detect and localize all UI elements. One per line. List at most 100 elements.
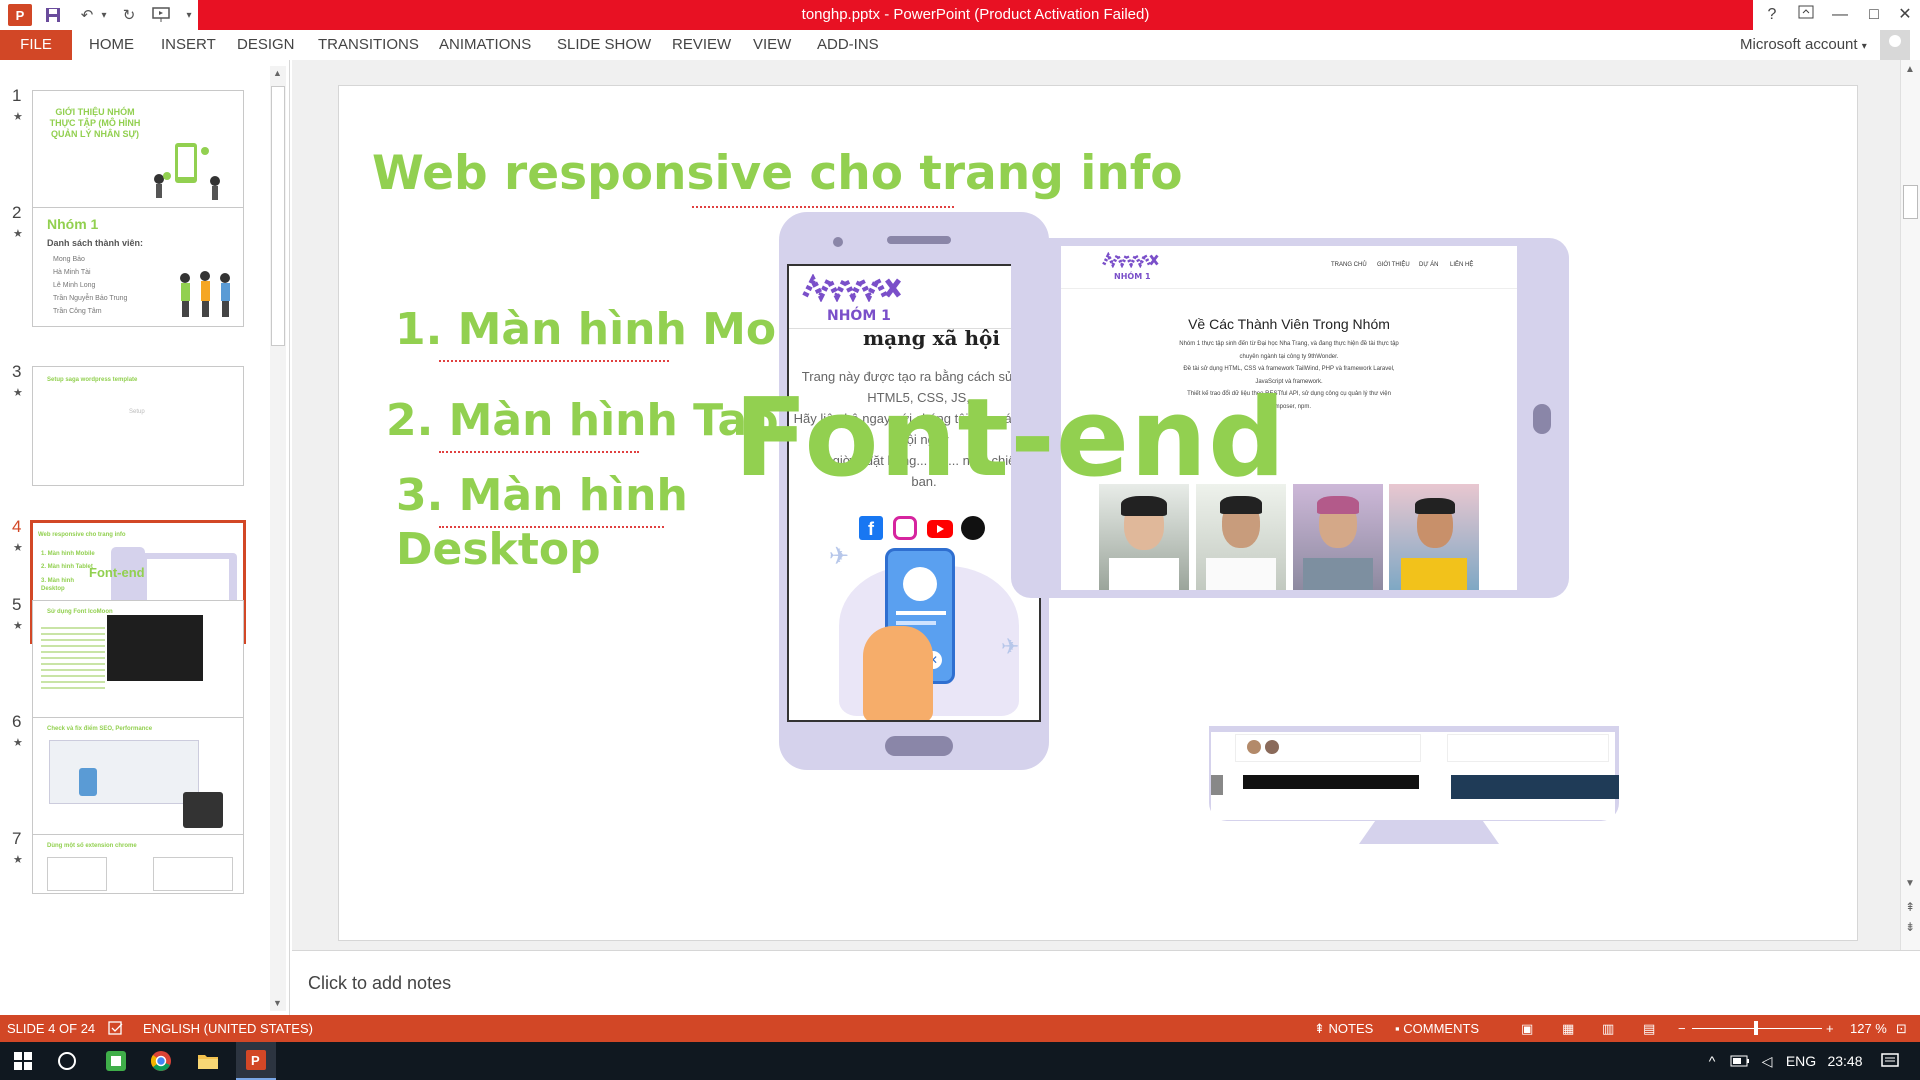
tab-design[interactable]: DESIGN bbox=[237, 30, 295, 60]
slide-thumbnail-1[interactable]: GIỚI THIỆU NHÓM THỰC TẬP (MÔ HÌNH QUẢN L… bbox=[32, 90, 244, 210]
save-icon[interactable] bbox=[42, 4, 64, 26]
file-explorer-icon[interactable] bbox=[190, 1042, 226, 1080]
tablet-nav-item[interactable]: LIÊN HỆ bbox=[1450, 262, 1473, 268]
scroll-up-icon[interactable]: ▲ bbox=[273, 68, 282, 78]
thumb-number: 3 bbox=[12, 362, 22, 381]
thumb-number: 6 bbox=[12, 712, 22, 731]
clock[interactable]: 23:48 bbox=[1820, 1042, 1870, 1080]
github-icon[interactable] bbox=[961, 516, 985, 540]
tablet-nav-item[interactable]: TRANG CHỦ bbox=[1331, 262, 1367, 268]
undo-icon[interactable]: ↶ bbox=[76, 4, 98, 26]
phone-speaker bbox=[887, 236, 951, 244]
powerpoint-taskbar-icon[interactable]: P bbox=[236, 1042, 276, 1080]
notes-toggle[interactable]: ⇞ NOTES bbox=[1314, 1015, 1373, 1042]
slide-thumbnail-5[interactable]: Sử dụng Font IcoMoon bbox=[32, 600, 244, 720]
minimize-button[interactable]: — bbox=[1823, 0, 1857, 30]
slide-sorter-icon[interactable]: ▦ bbox=[1562, 1015, 1574, 1042]
animation-star-icon: ★ bbox=[13, 620, 23, 632]
slide-scroll-thumb[interactable] bbox=[1903, 185, 1918, 219]
scroll-down-icon[interactable]: ▼ bbox=[1905, 878, 1915, 889]
tab-slide-show[interactable]: SLIDE SHOW bbox=[557, 30, 651, 60]
zoom-slider-handle[interactable] bbox=[1754, 1021, 1758, 1035]
desktop-avatar bbox=[1265, 740, 1279, 754]
volume-icon[interactable]: ◁ bbox=[1756, 1042, 1778, 1080]
slide-title[interactable]: Web responsive cho trang info bbox=[372, 146, 1183, 201]
slide-canvas[interactable]: Web responsive cho trang info 1. Màn hìn… bbox=[338, 85, 1858, 941]
youtube-icon[interactable] bbox=[927, 520, 953, 538]
svg-text:P: P bbox=[251, 1053, 260, 1068]
next-slide-icon[interactable]: ⇟ bbox=[1905, 920, 1915, 934]
previous-slide-icon[interactable]: ⇞ bbox=[1905, 900, 1915, 914]
windows-start-icon[interactable] bbox=[6, 1042, 40, 1080]
slide-overlay-text[interactable]: Font-end bbox=[734, 376, 1286, 501]
tab-transitions[interactable]: TRANSITIONS bbox=[318, 30, 419, 60]
slide-thumbnail-6[interactable]: Check và fix điểm SEO, Performance bbox=[32, 717, 244, 837]
camtasia-app-icon[interactable] bbox=[98, 1042, 134, 1080]
slide-thumbnail-7[interactable]: Dùng một số extension chrome bbox=[32, 834, 244, 894]
notes-pane[interactable]: Click to add notes bbox=[292, 950, 1920, 1015]
customize-qat-icon[interactable]: ▾ bbox=[184, 4, 194, 26]
ribbon-display-options-icon[interactable] bbox=[1789, 0, 1823, 30]
slide-counter[interactable]: SLIDE 4 OF 24 bbox=[7, 1015, 95, 1042]
thumb-illustration bbox=[180, 271, 230, 317]
facebook-icon[interactable]: f bbox=[859, 516, 883, 540]
thumb-overlay: Font-end bbox=[89, 565, 145, 580]
tab-insert[interactable]: INSERT bbox=[161, 30, 216, 60]
chrome-icon[interactable] bbox=[143, 1042, 179, 1080]
notification-center-icon[interactable] bbox=[1872, 1042, 1908, 1080]
slide-thumbnail-2[interactable]: Nhóm 1 Danh sách thành viên: Mong Bảo Hà… bbox=[32, 207, 244, 327]
normal-view-icon[interactable]: ▣ bbox=[1521, 1015, 1533, 1042]
language-indicator[interactable]: ENGLISH (UNITED STATES) bbox=[143, 1015, 313, 1042]
thumb-member: Trần Công Tâm bbox=[53, 308, 102, 315]
scroll-down-icon[interactable]: ▼ bbox=[273, 998, 282, 1008]
tab-animations[interactable]: ANIMATIONS bbox=[439, 30, 531, 60]
start-slideshow-icon[interactable] bbox=[148, 4, 174, 26]
user-icon bbox=[903, 567, 937, 601]
slide-vertical-scrollbar[interactable]: ▲ ▼ ⇞ ⇟ bbox=[1900, 60, 1920, 950]
powerpoint-logo-icon[interactable]: P bbox=[8, 4, 32, 26]
thumb-screenshot bbox=[49, 740, 199, 804]
slideshow-view-icon[interactable]: ▤ bbox=[1643, 1015, 1655, 1042]
slide-thumbnail-3[interactable]: Setup saga wordpress template Setup bbox=[32, 366, 244, 486]
undo-dropdown-icon[interactable]: ▾ bbox=[98, 4, 110, 26]
slide-item-desktop-line1[interactable]: 3. Màn hình bbox=[396, 470, 688, 521]
thumb-text-block bbox=[41, 623, 105, 693]
account-button[interactable]: Microsoft account ▾ bbox=[1740, 30, 1867, 60]
redo-icon[interactable]: ↻ bbox=[118, 4, 140, 26]
spell-check-icon[interactable] bbox=[108, 1015, 124, 1042]
illustration-line bbox=[896, 621, 936, 625]
chevron-up-icon[interactable]: ^ bbox=[1700, 1042, 1724, 1080]
avatar[interactable] bbox=[1880, 30, 1910, 60]
zoom-level[interactable]: 127 % bbox=[1850, 1015, 1887, 1042]
zoom-out-button[interactable]: − bbox=[1678, 1015, 1686, 1042]
tab-review[interactable]: REVIEW bbox=[672, 30, 731, 60]
member-shirt bbox=[1206, 558, 1276, 590]
desktop-avatar bbox=[1247, 740, 1261, 754]
instagram-icon[interactable] bbox=[893, 516, 917, 540]
thumbnail-scroll-thumb[interactable] bbox=[271, 86, 285, 346]
reading-view-icon[interactable]: ▥ bbox=[1602, 1015, 1614, 1042]
tab-view[interactable]: VIEW bbox=[753, 30, 791, 60]
close-button[interactable]: ✕ bbox=[1888, 0, 1920, 30]
battery-icon[interactable] bbox=[1728, 1042, 1752, 1080]
tablet-nav-item[interactable]: DỰ ÁN bbox=[1419, 262, 1438, 268]
input-language[interactable]: ENG bbox=[1778, 1042, 1824, 1080]
slide-item-desktop-line2[interactable]: Desktop bbox=[396, 524, 601, 575]
search-icon[interactable] bbox=[50, 1042, 84, 1080]
spellcheck-underline bbox=[439, 358, 669, 362]
phone-heading: mạng xã hội bbox=[863, 326, 1000, 350]
tablet-nav-item[interactable]: GIỚI THIỆU bbox=[1377, 262, 1410, 268]
comments-toggle[interactable]: ▪ COMMENTS bbox=[1395, 1015, 1479, 1042]
tab-file[interactable]: FILE bbox=[0, 30, 72, 60]
fit-to-window-icon[interactable]: ⊡ bbox=[1896, 1015, 1907, 1042]
help-button[interactable]: ? bbox=[1755, 0, 1789, 30]
phone-home-button bbox=[885, 736, 953, 756]
desktop-screen bbox=[1211, 732, 1619, 820]
zoom-in-button[interactable]: + bbox=[1826, 1015, 1834, 1042]
tab-add-ins[interactable]: ADD-INS bbox=[817, 30, 879, 60]
tab-home[interactable]: HOME bbox=[89, 30, 134, 60]
phone-brand: NHÓM 1 bbox=[827, 308, 891, 324]
tablet-body-line: Đề tài sử dụng HTML, CSS và framework Ta… bbox=[1183, 366, 1395, 372]
restore-button[interactable]: □ bbox=[1857, 0, 1891, 30]
scroll-up-icon[interactable]: ▲ bbox=[1905, 64, 1915, 75]
